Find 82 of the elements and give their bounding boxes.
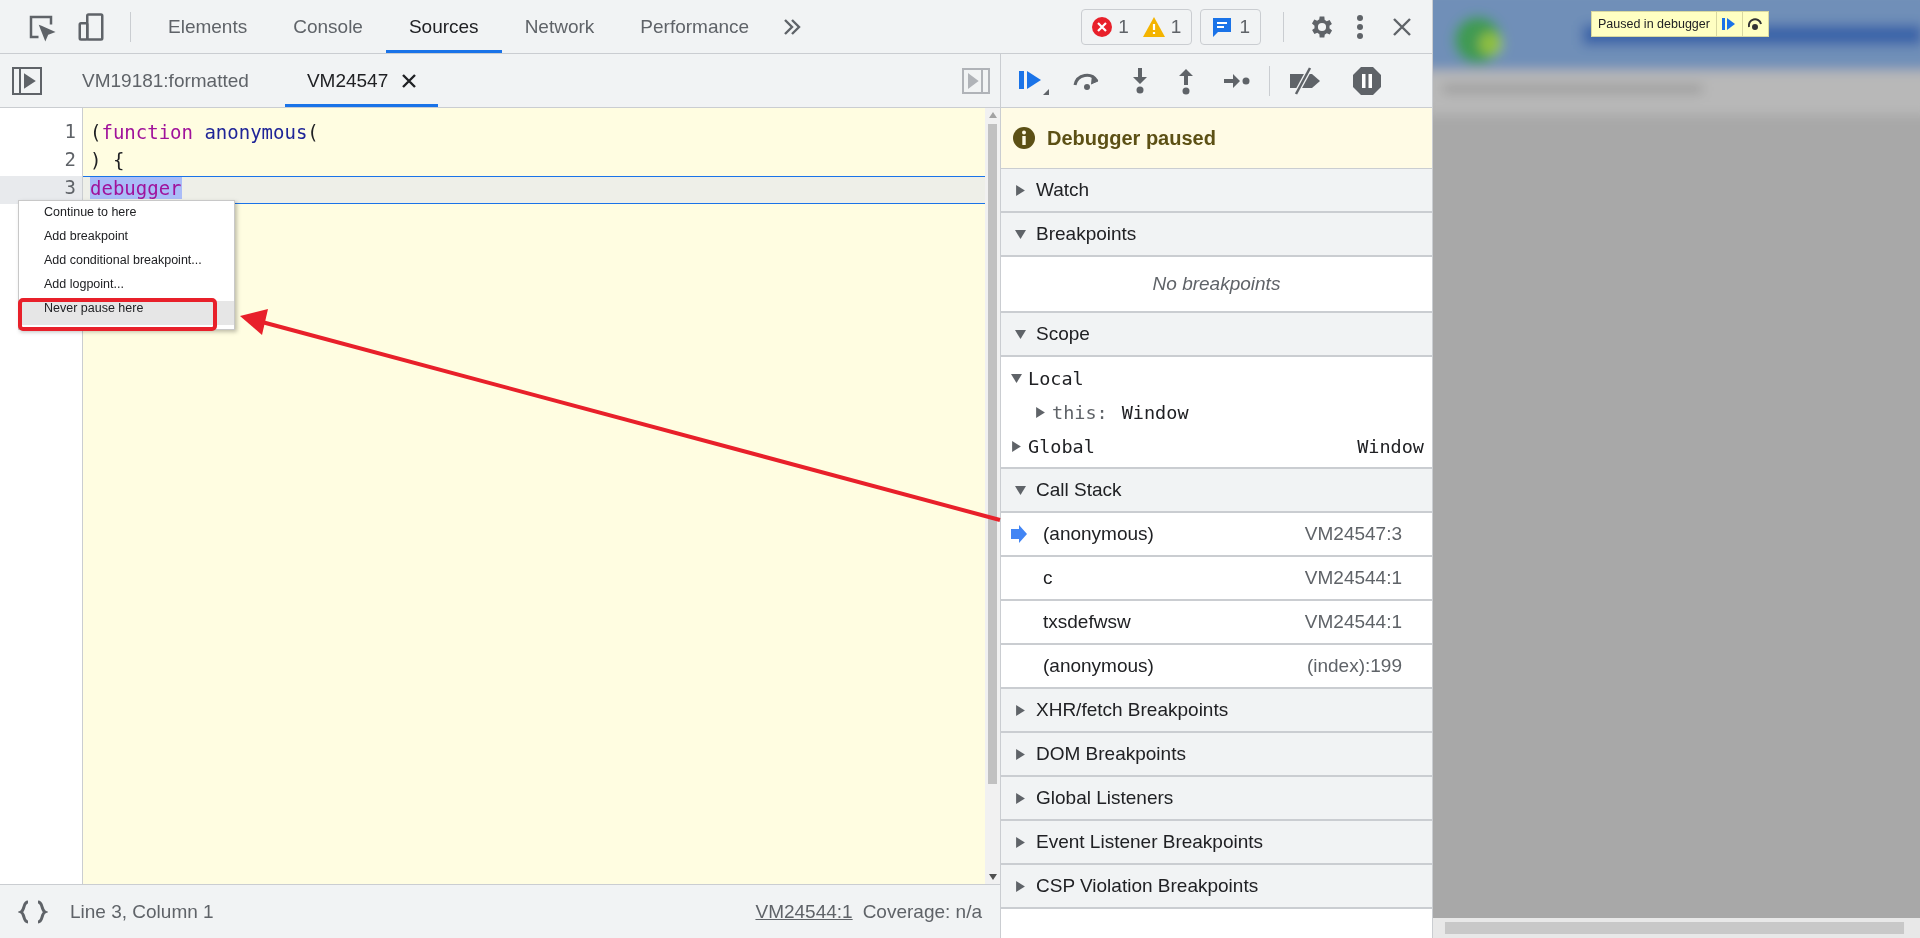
section-header[interactable]: Event Listener Breakpoints <box>1001 821 1432 865</box>
frame-function[interactable]: (anonymous) <box>1043 523 1154 545</box>
expand-triangle-icon[interactable] <box>1015 748 1026 760</box>
toggle-debugger-icon[interactable] <box>962 67 990 94</box>
panel-tab[interactable]: Elements <box>145 0 271 53</box>
message-icon <box>1211 15 1234 38</box>
menu-item[interactable]: Add conditional breakpoint... <box>19 253 234 277</box>
overlay-label: Paused in debugger <box>1597 17 1711 31</box>
section-title: Scope <box>1036 323 1090 345</box>
section-title: XHR/fetch Breakpoints <box>1036 699 1229 721</box>
panel-tab[interactable]: Console <box>270 0 386 53</box>
section-header[interactable]: DOM Breakpoints <box>1001 733 1432 777</box>
coverage-text: Coverage: n/a <box>862 900 982 923</box>
paused-message: Debugger paused <box>1047 126 1216 150</box>
section-title: Watch <box>1036 179 1090 201</box>
info-icon <box>1013 127 1035 149</box>
section-header[interactable]: Watch <box>1001 169 1432 213</box>
warning-icon <box>1142 16 1165 37</box>
property-value: Window <box>1121 401 1189 423</box>
code-line: (function anonymous( <box>89 120 320 145</box>
empty-message: No breakpoints <box>1152 273 1281 295</box>
code-line: ) { <box>89 148 126 173</box>
section-header[interactable]: Scope <box>1001 313 1432 357</box>
messages-counter[interactable]: 1 <box>1200 8 1261 45</box>
line-number: 2 <box>63 148 77 172</box>
frame-location[interactable]: VM24544:1 <box>1304 611 1402 633</box>
scrollbar-thumb[interactable] <box>988 124 997 784</box>
collapse-triangle-icon[interactable] <box>1015 228 1026 240</box>
more-options-icon[interactable] <box>1356 13 1364 40</box>
collapse-triangle-icon[interactable] <box>1015 328 1026 340</box>
property-name[interactable]: this: <box>1052 401 1108 423</box>
expand-triangle-icon[interactable] <box>1015 836 1026 848</box>
menu-item[interactable]: Add logpoint... <box>19 277 234 301</box>
file-tab[interactable]: VM19181:formatted <box>60 54 271 107</box>
section-header[interactable]: Call Stack <box>1001 469 1432 513</box>
scope-name[interactable]: Local <box>1028 367 1084 389</box>
step-icon[interactable] <box>1223 71 1251 90</box>
expand-triangle-icon[interactable] <box>1015 792 1026 804</box>
section-title: Call Stack <box>1036 479 1122 501</box>
expand-triangle-icon[interactable] <box>1011 440 1022 452</box>
close-tab-icon[interactable] <box>402 73 417 88</box>
menu-item[interactable]: Continue to here <box>19 205 234 229</box>
collapse-triangle-icon[interactable] <box>1011 372 1022 384</box>
section-header[interactable]: Global Listeners <box>1001 777 1432 821</box>
device-toolbar-icon[interactable] <box>76 11 106 42</box>
close-icon[interactable] <box>1392 16 1412 37</box>
scroll-down-icon[interactable] <box>988 874 997 880</box>
expand-triangle-icon[interactable] <box>1015 880 1026 892</box>
section-header[interactable]: XHR/fetch Breakpoints <box>1001 689 1432 733</box>
section-title: Event Listener Breakpoints <box>1036 831 1264 853</box>
menu-item[interactable]: Add breakpoint <box>19 229 234 253</box>
section-title: Global Listeners <box>1036 787 1174 809</box>
pause-on-exceptions-icon[interactable] <box>1352 65 1382 96</box>
section-header[interactable]: CSP Violation Breakpoints <box>1001 865 1432 909</box>
step-into-icon[interactable] <box>1131 66 1149 95</box>
frame-location[interactable]: VM24544:1 <box>1304 567 1402 589</box>
toggle-navigator-icon[interactable] <box>12 66 42 95</box>
frame-function[interactable]: (anonymous) <box>1043 655 1154 677</box>
collapse-triangle-icon[interactable] <box>1015 484 1026 496</box>
frame-function[interactable]: txsdefwsw <box>1043 611 1131 633</box>
expand-triangle-icon[interactable] <box>1015 184 1026 196</box>
section-title: DOM Breakpoints <box>1036 743 1186 765</box>
pretty-print-icon[interactable] <box>18 899 48 924</box>
step-out-icon[interactable] <box>1177 66 1195 95</box>
section-header[interactable]: Breakpoints <box>1001 213 1432 257</box>
scope-name[interactable]: Global <box>1028 435 1095 457</box>
scope-value: Window <box>1357 435 1424 457</box>
error-icon <box>1092 16 1113 37</box>
cursor-position: Line 3, Column 1 <box>70 900 214 923</box>
issues-counter[interactable]: 1 1 <box>1081 8 1193 45</box>
frame-location[interactable]: (index):199 <box>1306 655 1402 677</box>
source-link[interactable]: VM24544:1 <box>755 900 853 923</box>
frame-location[interactable]: VM24547:3 <box>1304 523 1402 545</box>
line-number: 1 <box>63 120 77 144</box>
frame-function[interactable]: c <box>1043 567 1053 589</box>
section-title: CSP Violation Breakpoints <box>1036 875 1259 897</box>
expand-triangle-icon[interactable] <box>1015 704 1026 716</box>
expand-triangle-icon[interactable] <box>1035 406 1046 418</box>
more-tabs-icon[interactable] <box>782 17 803 36</box>
panel-tab[interactable]: Performance <box>617 0 773 53</box>
section-title: Breakpoints <box>1036 223 1137 245</box>
panel-tab[interactable]: Network <box>501 0 618 53</box>
